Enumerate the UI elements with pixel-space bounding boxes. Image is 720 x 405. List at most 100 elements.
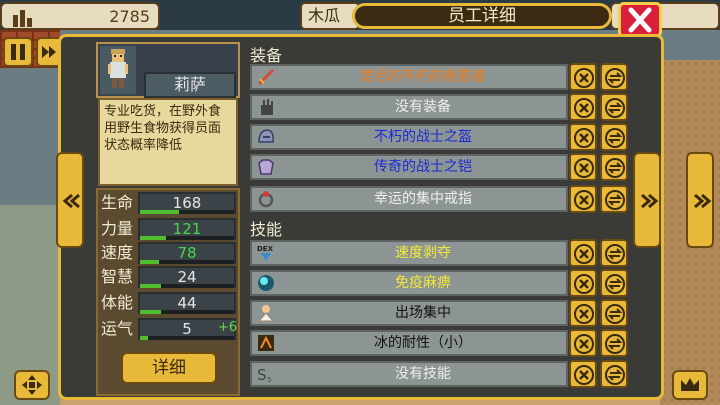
swap-button[interactable] [600, 185, 628, 213]
stat-bar [140, 336, 234, 340]
close-button[interactable] [618, 2, 662, 38]
character-sprite-icon [108, 49, 128, 88]
unequip-button[interactable] [569, 185, 597, 213]
move-arrows-icon [22, 375, 42, 395]
skill-slot-icon: S5 [256, 364, 276, 384]
stat-label: 力量 [101, 219, 134, 238]
focus-icon [256, 303, 276, 323]
previous-employee-button[interactable] [56, 152, 84, 248]
close-icon [628, 7, 652, 33]
stat-bar [140, 210, 234, 214]
swap-icon [605, 304, 625, 324]
detail-button[interactable]: 详细 [121, 352, 217, 384]
swap-icon [605, 158, 625, 178]
swap-button[interactable] [600, 63, 628, 91]
stat-bar-fill [140, 310, 161, 314]
swap-icon [605, 190, 625, 210]
crown-icon [681, 378, 699, 391]
stat-bar-fill [140, 336, 148, 340]
remove-icon [574, 68, 594, 88]
remove-icon [574, 274, 594, 294]
dex-icon: DEX [256, 243, 276, 263]
swap-button[interactable] [600, 93, 628, 121]
svg-text:5: 5 [267, 376, 271, 384]
unequip-button[interactable] [569, 153, 597, 181]
stat-bar [140, 260, 234, 264]
armor-icon [256, 157, 276, 177]
building-icon [13, 10, 32, 27]
remove-icon [574, 128, 594, 148]
scroll-right-button[interactable] [686, 152, 714, 248]
equipment-title: 装备 [250, 46, 283, 65]
orb-icon [256, 273, 276, 293]
skills-title: 技能 [250, 220, 283, 239]
pause-icon [11, 44, 25, 60]
swap-icon [605, 68, 625, 88]
stat-label: 速度 [101, 243, 134, 262]
equipment-row-label: 不朽的战士之盔 [374, 129, 472, 145]
unequip-button[interactable] [569, 239, 597, 267]
swap-icon [605, 274, 625, 294]
unequip-button[interactable] [569, 329, 597, 357]
swap-button[interactable] [600, 153, 628, 181]
stat-bonus: +6 [218, 320, 238, 335]
remove-icon [574, 334, 594, 354]
crown-button[interactable] [672, 370, 708, 400]
skill-row-label: 出场集中 [395, 305, 451, 321]
stat-label: 智慧 [101, 267, 134, 286]
unequip-button[interactable] [569, 93, 597, 121]
remove-icon [574, 190, 594, 210]
remove-icon [574, 304, 594, 324]
swap-button[interactable] [600, 269, 628, 297]
stat-bar [140, 284, 234, 288]
next-employee-button[interactable] [633, 152, 661, 248]
unequip-button[interactable] [569, 63, 597, 91]
remove-icon [574, 158, 594, 178]
stat-bar-fill [140, 210, 180, 214]
unequip-button[interactable] [569, 360, 597, 388]
equipment-row-label: 焚尽的不朽的断筋者 [360, 69, 486, 85]
stat-label: 体能 [101, 293, 134, 312]
double-left-arrow-icon [62, 194, 80, 208]
swap-button[interactable] [600, 299, 628, 327]
swap-icon [605, 128, 625, 148]
remove-icon [574, 244, 594, 264]
stat-bar [140, 310, 234, 314]
remove-icon [574, 98, 594, 118]
swap-button[interactable] [600, 360, 628, 388]
money-value: 2785 [109, 7, 150, 26]
money-bar: 2785 [0, 2, 160, 30]
skill-row-label: 速度剥夺 [395, 245, 451, 261]
skill-row-label: 免疫麻痹 [395, 275, 451, 291]
swap-button[interactable] [600, 329, 628, 357]
unequip-button[interactable] [569, 269, 597, 297]
svg-text:DEX: DEX [257, 245, 274, 253]
equipment-row-label: 没有装备 [395, 99, 451, 115]
swap-icon [605, 334, 625, 354]
swap-button[interactable] [600, 123, 628, 151]
character-name: 莉萨 [144, 72, 236, 98]
ice-resist-icon [256, 333, 276, 353]
skill-row-label: 没有技能 [395, 366, 451, 382]
double-right-arrow-icon [641, 194, 659, 208]
stat-bar-fill [140, 236, 167, 240]
unequip-button[interactable] [569, 123, 597, 151]
window-title: 员工详细 [352, 3, 612, 29]
fast-forward-icon [42, 46, 56, 58]
move-button[interactable] [14, 370, 50, 400]
skill-row-label: 冰的耐性（小） [374, 335, 472, 351]
stat-bar-fill [140, 284, 161, 288]
unequip-button[interactable] [569, 299, 597, 327]
pause-button[interactable] [3, 37, 33, 67]
character-description: 专业吃货，在野外食用野生食物获得员面状态概率降低 [98, 98, 238, 186]
remove-icon [574, 365, 594, 385]
sword-icon [256, 67, 276, 87]
helmet-icon [256, 127, 276, 147]
place-tab[interactable]: 木瓜 [300, 2, 360, 30]
stat-label: 运气 [101, 319, 134, 338]
swap-button[interactable] [600, 239, 628, 267]
swap-icon [605, 365, 625, 385]
glove-icon [256, 97, 276, 117]
equipment-row-label: 幸运的集中戒指 [374, 191, 472, 207]
stat-bar-fill [140, 260, 159, 264]
